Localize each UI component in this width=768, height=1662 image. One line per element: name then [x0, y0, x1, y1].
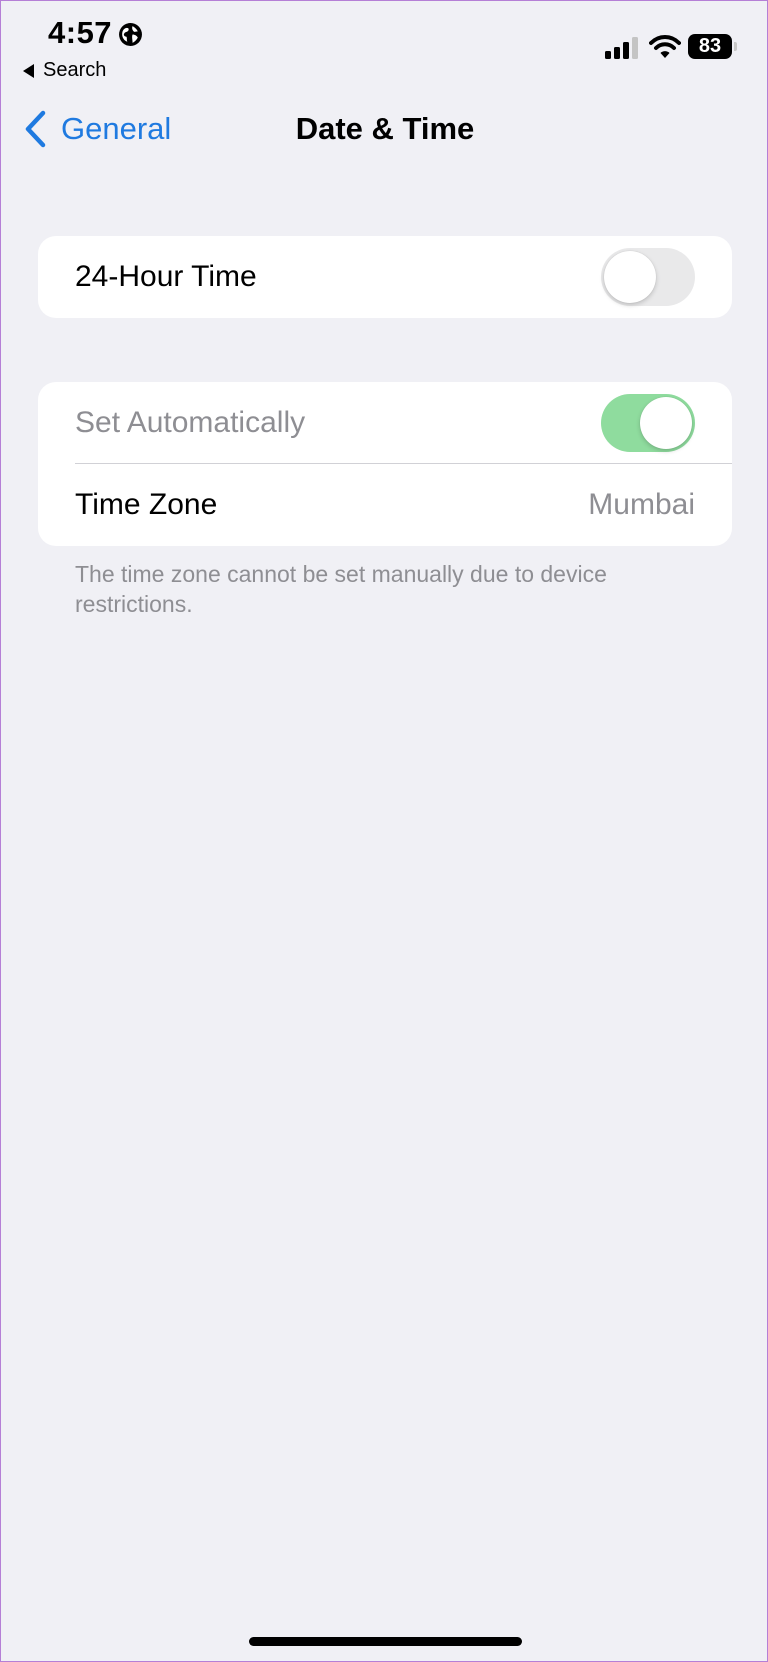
battery-icon: 83 — [688, 34, 732, 59]
row-label-24-hour-time: 24-Hour Time — [75, 260, 257, 293]
globe-icon — [119, 23, 142, 46]
signal-icon — [605, 37, 638, 59]
home-indicator[interactable] — [249, 1637, 522, 1646]
status-time: 4:57 — [48, 15, 113, 50]
battery-level: 83 — [698, 35, 722, 57]
wifi-icon — [649, 35, 681, 58]
row-set-automatically: Set Automatically — [38, 382, 732, 464]
settings-group-24-hour: 24-Hour Time — [38, 236, 732, 318]
time-zone-value: Mumbai — [588, 488, 695, 521]
settings-group-time-zone: Set Automatically Time Zone Mumbai — [38, 382, 732, 546]
page-title: Date & Time — [295, 111, 475, 146]
back-to-search-label: Search — [43, 59, 107, 81]
back-triangle-icon — [23, 63, 34, 78]
row-24-hour-time[interactable]: 24-Hour Time — [38, 236, 732, 318]
date-time-settings-screen: 4:57 Search 83 General Date & Time 24-Ho… — [0, 0, 768, 1662]
battery-tip — [734, 42, 737, 51]
row-time-zone[interactable]: Time Zone Mumbai — [38, 464, 732, 546]
toggle-knob — [604, 251, 656, 303]
toggle-24-hour-time[interactable] — [601, 248, 695, 306]
row-label-time-zone: Time Zone — [75, 488, 218, 521]
toggle-set-automatically[interactable] — [601, 394, 695, 452]
time-zone-restriction-note: The time zone cannot be set manually due… — [75, 561, 607, 617]
back-to-search-link[interactable]: Search — [23, 59, 106, 82]
row-label-set-automatically: Set Automatically — [75, 406, 306, 439]
toggle-knob — [640, 397, 692, 449]
